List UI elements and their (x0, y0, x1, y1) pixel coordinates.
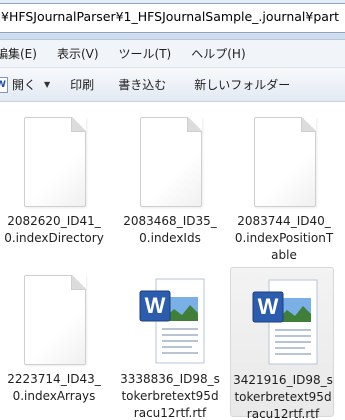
command-toolbar: W 開く ▼ 印刷 書き込む 新しいフォルダー (0, 68, 345, 102)
file-item-selected[interactable]: W 3421916_ID98_stokerbretext95dracu12rtf… (230, 267, 334, 420)
word-app-icon: W (0, 76, 8, 93)
file-name: 2223714_ID43_0.indexArrays (7, 372, 101, 403)
generic-file-icon (138, 117, 204, 209)
address-bar: ¥HFSJournalParser¥1_HFSJournalSample_.jo… (0, 0, 345, 40)
file-item[interactable]: W 3338836_ID98_stokerbretext95dracu12rtf… (118, 267, 222, 420)
file-item[interactable]: 2083744_ID40_0.indexPositionTable (232, 109, 336, 262)
generic-file-icon (252, 117, 318, 209)
dropdown-arrow-icon[interactable]: ▼ (44, 80, 50, 89)
menu-edit[interactable]: 編集(E) (0, 45, 47, 62)
file-name: 2083468_ID35_0.indexIds (123, 214, 217, 245)
new-folder-button-label: 新しいフォルダー (194, 78, 291, 92)
file-item[interactable]: 2082620_ID41_0.indexDirectory (2, 109, 106, 259)
file-name: 2082620_ID41_0.indexDirectory (4, 214, 104, 245)
generic-file-icon (22, 117, 88, 209)
file-name: 2083744_ID40_0.indexPositionTable (234, 214, 334, 262)
menu-bar: 編集(E) 表示(V) ツール(T) ヘルプ(H) (0, 40, 345, 68)
generic-file-icon (22, 275, 88, 367)
word-document-icon: W (251, 276, 318, 368)
word-document-icon: W (138, 275, 205, 367)
svg-text:W: W (258, 294, 279, 319)
print-button[interactable]: 印刷 (70, 76, 108, 93)
menu-help[interactable]: ヘルプ(H) (191, 45, 255, 62)
file-item[interactable]: 2083468_ID35_0.indexIds (118, 109, 222, 259)
burn-button[interactable]: 書き込む (118, 76, 180, 93)
file-name: 3338836_ID98_stokerbretext95dracu12rtf.r… (120, 372, 220, 420)
burn-button-label: 書き込む (118, 78, 167, 92)
open-button-label: 開く (12, 78, 37, 92)
menu-tools[interactable]: ツール(T) (119, 45, 182, 62)
new-folder-button[interactable]: 新しいフォルダー (194, 76, 304, 93)
file-name: 3421916_ID98_stokerbretext95dracu12rtf.r… (233, 373, 333, 420)
print-button-label: 印刷 (70, 78, 95, 92)
file-item[interactable]: 2223714_ID43_0.indexArrays (2, 267, 106, 417)
svg-text:W: W (145, 293, 166, 318)
file-view: 2082620_ID41_0.indexDirectory 2083468_ID… (0, 103, 345, 420)
menu-view[interactable]: 表示(V) (57, 45, 109, 62)
open-button[interactable]: W 開く ▼ (0, 76, 70, 93)
address-path[interactable]: ¥HFSJournalParser¥1_HFSJournalSample_.jo… (0, 3, 345, 33)
